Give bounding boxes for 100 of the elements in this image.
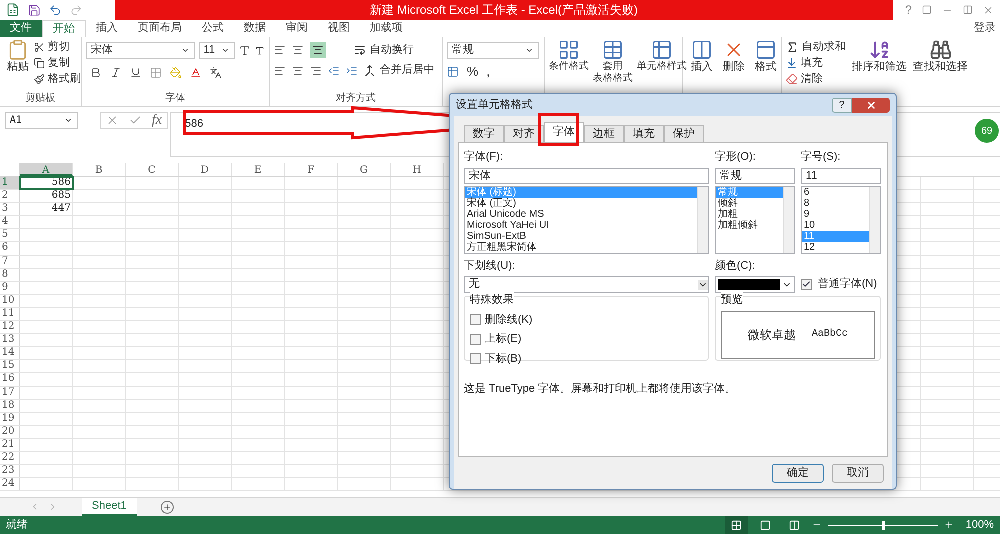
styles-button[interactable]: 条件格式 [549,39,589,73]
zoom-thumb[interactable] [882,520,885,530]
row-header[interactable]: 19 [0,412,20,425]
wrap-text-button[interactable]: 自动换行 [354,44,414,56]
undo-icon[interactable] [49,4,62,16]
dialog-tab[interactable]: 边框 [584,125,624,142]
font-color-icon[interactable] [190,67,202,79]
styles-button[interactable]: 单元格样式 [637,39,687,73]
dialog-tab[interactable]: 填充 [624,125,664,142]
styles-button[interactable]: 套用 表格格式 [593,39,633,85]
row-header[interactable]: 17 [0,386,20,399]
percent-button[interactable]: % [467,65,479,78]
find-select-button[interactable]: 查找和选择 [913,39,968,74]
font-name-field[interactable]: 宋体 [86,42,195,59]
autosum-button[interactable]: 自动求和 [786,39,846,55]
list-item[interactable]: 9 [802,208,869,220]
checkbox-label[interactable]: 普通字体(N) [818,276,878,293]
number-format-field[interactable]: 常规 [447,42,539,59]
style-list[interactable]: 常规 倾斜 加粗 加粗倾斜 [715,186,795,254]
list-item[interactable]: 加粗 [716,208,783,220]
outdent-icon[interactable] [328,64,340,76]
style-field[interactable]: 常规 [715,168,795,184]
ribbon-tab[interactable]: 视图 [318,20,360,37]
grow-font-icon[interactable] [239,44,251,56]
row-header[interactable]: 2 [0,190,20,202]
indent-icon[interactable] [346,64,358,76]
name-box[interactable]: A1 [5,112,78,129]
column-header[interactable]: A [20,163,73,176]
ribbon-tab[interactable]: 加载项 [360,20,413,37]
comma-button[interactable]: , [486,65,490,78]
scrollbar[interactable] [783,186,794,252]
ribbon-tab[interactable]: 文件 [0,20,42,37]
column-header[interactable]: B [73,163,126,176]
close-button[interactable] [852,98,890,112]
align-left-icon[interactable] [274,64,286,76]
clear-button[interactable]: 清除 [786,71,846,87]
list-item[interactable]: 倾斜 [716,198,783,208]
align-middle-icon[interactable] [292,44,304,56]
checkbox[interactable] [470,314,481,326]
bold-icon[interactable] [90,67,102,79]
underline-icon[interactable] [130,67,142,79]
checkbox[interactable] [801,279,812,290]
help-button[interactable]: ? [832,98,852,112]
cells-button[interactable]: 格式 [755,39,777,74]
list-item[interactable]: 10 [802,220,869,230]
fill-color-icon[interactable] [170,67,182,79]
row-header[interactable]: 7 [0,256,20,268]
align-right-icon[interactable] [310,64,322,76]
row-header[interactable]: 4 [0,216,20,228]
scrollbar[interactable] [869,186,880,252]
restore-icon[interactable] [963,5,973,15]
ribbon-tab[interactable]: 插入 [86,20,128,37]
list-item[interactable]: 加粗倾斜 [716,220,783,230]
row-header[interactable]: 6 [0,242,20,255]
ribbon-tab[interactable]: 数据 [234,20,276,37]
checkbox[interactable] [470,353,481,364]
row-header[interactable]: 12 [0,321,20,334]
ribbon-tab[interactable]: 开始 [42,20,86,37]
row-header[interactable]: 20 [0,426,20,438]
list-item[interactable]: SimSun-ExtB [465,230,697,242]
checkbox-label[interactable]: 下标(B) [485,350,522,367]
font-size-field[interactable]: 11 [198,42,235,59]
row-header[interactable]: 1 [0,177,20,190]
row-header[interactable]: 21 [0,438,20,451]
sign-in-link[interactable]: 登录 [974,20,1000,37]
sheet-tab[interactable]: Sheet1 [82,498,137,516]
phonetic-icon[interactable] [210,67,222,79]
fill-button[interactable]: 填充 [786,55,846,71]
list-item[interactable]: Microsoft YaHei UI [465,220,697,230]
row-header[interactable]: 3 [0,203,20,216]
sort-filter-button[interactable]: 排序和筛选 [852,39,907,74]
list-item[interactable]: 8 [802,198,869,208]
add-sheet-icon[interactable] [160,500,174,514]
column-header[interactable]: C [126,163,179,176]
checkbox-label[interactable]: 上标(E) [485,331,522,348]
shrink-font-icon[interactable] [255,46,265,56]
row-header[interactable]: 10 [0,294,20,307]
cancel-icon[interactable] [106,114,119,127]
insert-function-button[interactable]: fx [152,110,162,131]
list-item[interactable]: 12 [802,242,869,252]
checkbox[interactable] [470,334,481,345]
size-list[interactable]: 6 8 9 10 11 12 [801,186,881,254]
ribbon-display-icon[interactable] [922,5,932,15]
font-field[interactable]: 宋体 [464,168,709,184]
merge-center-button[interactable]: 合并后居中 [364,64,435,77]
ribbon-tab[interactable]: 公式 [192,20,234,37]
ribbon-tab[interactable]: 审阅 [276,20,318,37]
row-header[interactable]: 9 [0,282,20,294]
help-button[interactable]: ? [905,1,912,19]
column-header[interactable]: F [285,163,338,176]
ribbon-tab[interactable]: 页面布局 [128,20,192,37]
floating-badge[interactable]: 69 [975,119,999,143]
row-header[interactable]: 5 [0,229,20,242]
row-header[interactable]: 24 [0,478,20,490]
column-header[interactable]: D [179,163,232,176]
column-header[interactable]: H [391,163,444,176]
row-header[interactable]: 15 [0,360,20,372]
row-header[interactable]: 11 [0,308,20,320]
list-item[interactable]: 宋体 (正文) [465,198,697,208]
format-painter-button[interactable]: 格式刷 [34,71,81,87]
